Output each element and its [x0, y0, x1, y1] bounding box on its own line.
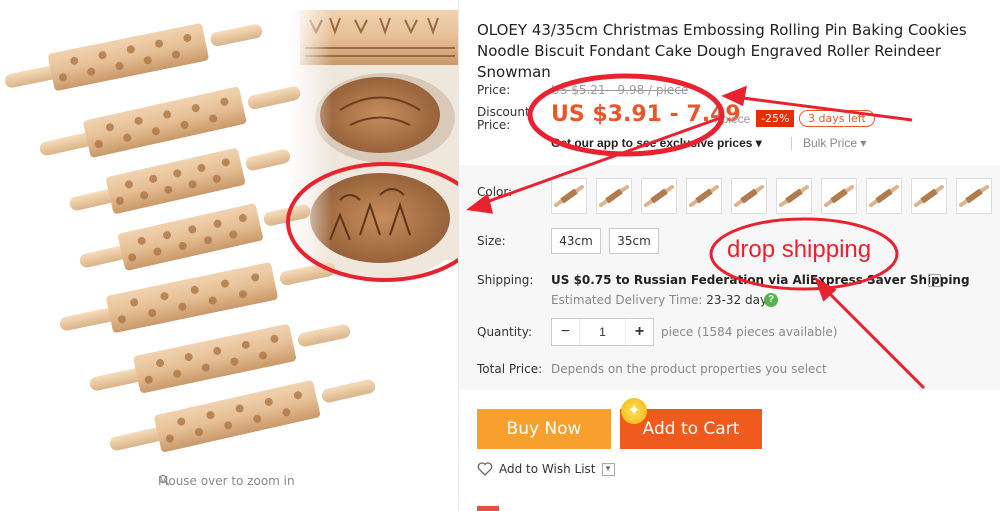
rolling-pin-thumbnail: [734, 185, 764, 207]
chevron-down-icon[interactable]: ▾: [601, 462, 615, 476]
price-label: Price:: [477, 83, 511, 97]
bottom-edge-element: [477, 506, 499, 511]
product-gallery[interactable]: Mouse over to zoom in: [0, 0, 458, 511]
rolling-pin-stars: [4, 23, 263, 91]
star-icon: ✦: [621, 398, 647, 424]
days-left-badge: 3 days left: [799, 110, 875, 127]
wishlist-label: Add to Wish List: [499, 462, 596, 476]
quantity-label: Quantity:: [477, 325, 533, 339]
price-unit: / piece: [715, 112, 751, 126]
color-swatch[interactable]: [911, 178, 947, 214]
color-label: Color:: [477, 185, 513, 199]
quantity-decrease-button[interactable]: −: [552, 319, 580, 345]
color-swatch[interactable]: [731, 178, 767, 214]
cookie-photo: [290, 10, 458, 280]
original-price: US $5.21 - 9.98 / piece: [551, 83, 689, 97]
rolling-pin-reindeer: [79, 203, 311, 271]
color-swatch[interactable]: [776, 178, 812, 214]
color-swatch[interactable]: [821, 178, 857, 214]
divider: [791, 137, 792, 150]
search-icon: [158, 474, 170, 486]
color-swatch[interactable]: [866, 178, 902, 214]
rolling-pin-thumbnail: [644, 185, 674, 207]
rolling-pin-thumbnail: [824, 185, 854, 207]
bulk-price-link[interactable]: Bulk Price ▾: [803, 136, 866, 150]
quantity-available: piece (1584 pieces available): [661, 325, 838, 339]
rolling-pin-thumbnail: [599, 185, 629, 207]
total-price-text: Depends on the product properties you se…: [551, 362, 827, 376]
rolling-pin-thumbnail: [914, 185, 944, 207]
zoom-hint: Mouse over to zoom in: [158, 474, 295, 488]
color-swatch[interactable]: [596, 178, 632, 214]
quantity-increase-button[interactable]: +: [625, 319, 653, 345]
product-title: OLOEY 43/35cm Christmas Embossing Rollin…: [477, 21, 967, 81]
rolling-pin-thumbnail: [959, 185, 989, 207]
exclusive-prices-link[interactable]: Get our app to see exclusive prices ▾: [551, 136, 762, 150]
help-icon[interactable]: ?: [764, 293, 778, 307]
chevron-down-icon[interactable]: ▾: [928, 274, 941, 287]
shipping-info: US $0.75 to Russian Federation via AliEx…: [551, 273, 970, 287]
rolling-pin-thumbnail: [779, 185, 809, 207]
add-to-wishlist[interactable]: Add to Wish List ▾: [477, 462, 615, 476]
quantity-stepper: − 1 +: [551, 318, 654, 346]
zoom-hint-text: Mouse over to zoom in: [158, 474, 295, 488]
delivery-time: Estimated Delivery Time: 23-32 days: [551, 293, 773, 307]
rolling-pin-thumbnail: [689, 185, 719, 207]
rolling-pin-thumbnail: [869, 185, 899, 207]
total-price-label: Total Price:: [477, 362, 543, 376]
buy-now-button[interactable]: Buy Now: [477, 409, 611, 449]
delivery-label: Estimated Delivery Time:: [551, 293, 707, 307]
color-swatch[interactable]: [551, 178, 587, 214]
size-label: Size:: [477, 234, 506, 248]
rolling-pin-thumbnail: [554, 185, 584, 207]
size-option-35cm[interactable]: 35cm: [609, 228, 659, 254]
annotation-drop-shipping: drop shipping: [727, 236, 872, 263]
color-swatch[interactable]: [686, 178, 722, 214]
product-image[interactable]: [0, 0, 458, 511]
discount-label-line1: Discount: [477, 105, 530, 119]
color-swatch[interactable]: [641, 178, 677, 214]
quantity-input[interactable]: 1: [580, 319, 625, 345]
color-swatch[interactable]: [956, 178, 992, 214]
size-option-43cm[interactable]: 43cm: [551, 228, 601, 254]
discount-badge: -25%: [756, 110, 795, 127]
heart-icon: [477, 462, 493, 476]
discount-price: US $3.91 - 7.49: [551, 102, 741, 127]
discount-label-line2: Price:: [477, 118, 511, 132]
shipping-label: Shipping:: [477, 273, 534, 287]
